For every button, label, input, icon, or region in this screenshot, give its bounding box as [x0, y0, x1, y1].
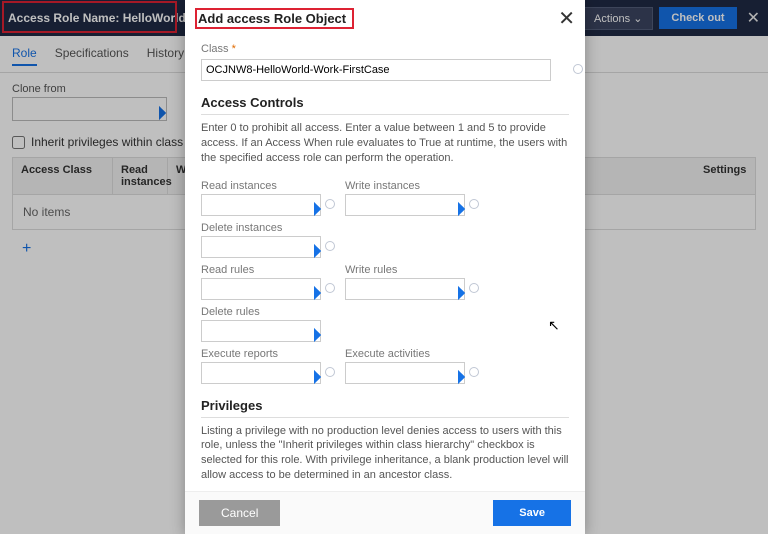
highlight-box-modal-title: Add access Role Object [195, 8, 354, 29]
add-access-role-modal: Add access Role Object ✕ Class Access Co… [185, 0, 585, 534]
execute-activities-label: Execute activities [345, 348, 465, 360]
open-icon[interactable] [469, 283, 479, 293]
open-icon[interactable] [325, 199, 335, 209]
write-rules-input[interactable] [345, 278, 465, 300]
open-icon[interactable] [469, 367, 479, 377]
access-controls-help: Enter 0 to prohibit all access. Enter a … [201, 121, 569, 166]
save-button[interactable]: Save [493, 500, 571, 526]
read-instances-label: Read instances [201, 180, 321, 192]
open-icon[interactable] [469, 199, 479, 209]
delete-rules-label: Delete rules [201, 306, 321, 318]
write-rules-label: Write rules [345, 264, 465, 276]
read-rules-input[interactable] [201, 278, 321, 300]
delete-instances-label: Delete instances [201, 222, 321, 234]
privileges-help: Listing a privilege with no production l… [201, 424, 569, 483]
open-icon[interactable] [325, 283, 335, 293]
write-instances-label: Write instances [345, 180, 465, 192]
delete-instances-input[interactable] [201, 236, 321, 258]
modal-body: Class Access Controls Enter 0 to prohibi… [185, 37, 585, 491]
cancel-button[interactable]: Cancel [199, 500, 280, 526]
execute-activities-input[interactable] [345, 362, 465, 384]
open-icon[interactable] [325, 241, 335, 251]
access-controls-heading: Access Controls [201, 95, 569, 115]
read-rules-label: Read rules [201, 264, 321, 276]
privileges-heading: Privileges [201, 398, 569, 418]
delete-rules-input[interactable] [201, 320, 321, 342]
class-label: Class [201, 43, 569, 55]
class-input[interactable] [201, 59, 551, 81]
open-icon[interactable] [573, 64, 583, 74]
execute-reports-input[interactable] [201, 362, 321, 384]
modal-title: Add access Role Object [198, 11, 346, 26]
write-instances-input[interactable] [345, 194, 465, 216]
modal-close-icon[interactable]: ✕ [558, 9, 575, 29]
execute-reports-label: Execute reports [201, 348, 321, 360]
read-instances-input[interactable] [201, 194, 321, 216]
open-icon[interactable] [325, 367, 335, 377]
